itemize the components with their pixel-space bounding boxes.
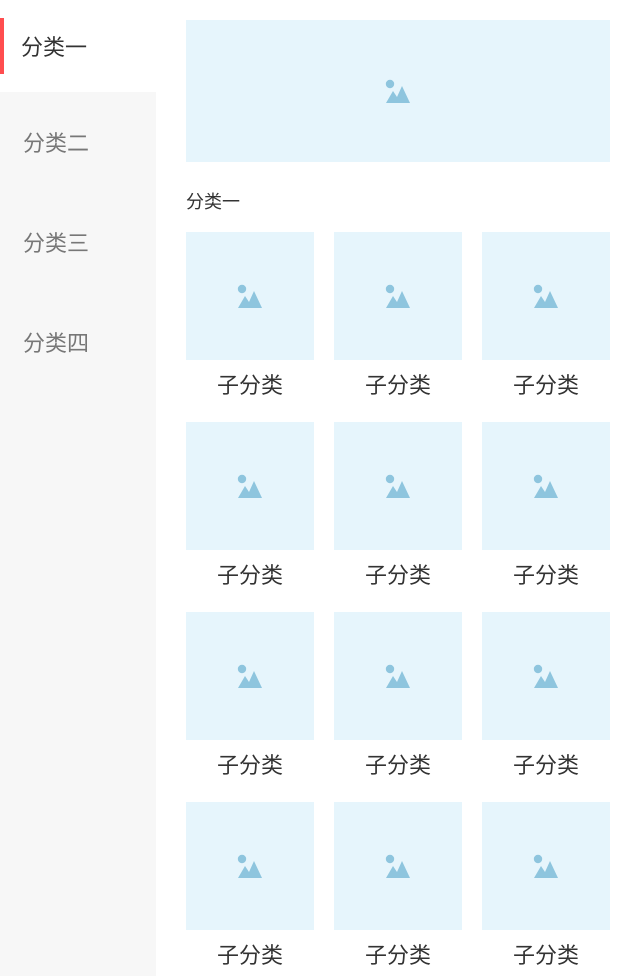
image-placeholder-icon	[237, 853, 263, 879]
subcategory-label: 子分类	[364, 374, 431, 399]
subcategory-label: 子分类	[512, 944, 579, 969]
image-placeholder-icon	[533, 663, 559, 689]
subcategory-thumbnail	[186, 232, 314, 360]
subcategory-thumbnail	[482, 422, 610, 550]
subcategory-item[interactable]: 子分类	[482, 802, 610, 976]
image-placeholder-icon	[237, 283, 263, 309]
image-placeholder-icon	[237, 473, 263, 499]
subcategory-thumbnail	[334, 802, 462, 930]
subcategory-thumbnail	[482, 612, 610, 740]
subcategory-label: 子分类	[512, 754, 579, 779]
subcategory-item[interactable]: 子分类	[334, 612, 462, 802]
subcategory-item[interactable]: 子分类	[186, 422, 314, 612]
image-placeholder-icon	[385, 663, 411, 689]
image-placeholder-icon	[385, 283, 411, 309]
sidebar-item-label: 分类二	[23, 132, 90, 157]
sidebar-item-category-1[interactable]: 分类一	[0, 0, 156, 92]
subcategory-thumbnail	[482, 802, 610, 930]
sidebar-item-category-3[interactable]: 分类三	[0, 192, 156, 292]
subcategory-item[interactable]: 子分类	[334, 802, 462, 976]
sidebar-item-label: 分类一	[21, 36, 88, 61]
subcategory-item[interactable]: 子分类	[482, 232, 610, 422]
subcategory-label: 子分类	[216, 944, 283, 969]
subcategory-label: 子分类	[512, 374, 579, 399]
subcategory-label: 子分类	[216, 754, 283, 779]
image-placeholder-icon	[385, 853, 411, 879]
image-placeholder-icon	[237, 663, 263, 689]
sidebar-item-label: 分类四	[23, 332, 90, 357]
subcategory-item[interactable]: 子分类	[482, 422, 610, 612]
subcategory-label: 子分类	[216, 564, 283, 589]
image-placeholder-icon	[533, 853, 559, 879]
image-placeholder-icon	[533, 473, 559, 499]
sidebar-item-category-4[interactable]: 分类四	[0, 292, 156, 392]
subcategory-item[interactable]: 子分类	[482, 612, 610, 802]
subcategory-label: 子分类	[512, 564, 579, 589]
subcategory-grid: 子分类 子分类 子分类 子分类 子分类 子分类 子分类 子分类 子分类 子分类 子分类 子分类	[186, 232, 610, 976]
sidebar-item-label: 分类三	[23, 232, 90, 257]
subcategory-label: 子分类	[364, 754, 431, 779]
image-placeholder-icon	[385, 473, 411, 499]
subcategory-item[interactable]: 子分类	[334, 422, 462, 612]
category-page: 分类一 分类二 分类三 分类四 分类一 子分类 子分类 子分类 子分类 子分类 子分类 子分…	[0, 0, 640, 976]
subcategory-thumbnail	[482, 232, 610, 360]
image-placeholder-icon	[385, 78, 411, 104]
subcategory-thumbnail	[186, 612, 314, 740]
section-title: 分类一	[186, 192, 240, 213]
subcategory-item[interactable]: 子分类	[186, 802, 314, 976]
category-sidebar: 分类一 分类二 分类三 分类四	[0, 0, 156, 976]
subcategory-item[interactable]: 子分类	[186, 612, 314, 802]
subcategory-thumbnail	[334, 612, 462, 740]
subcategory-item[interactable]: 子分类	[186, 232, 314, 422]
sidebar-item-category-2[interactable]: 分类二	[0, 92, 156, 192]
subcategory-thumbnail	[186, 802, 314, 930]
subcategory-thumbnail	[334, 232, 462, 360]
subcategory-thumbnail	[186, 422, 314, 550]
subcategory-label: 子分类	[364, 564, 431, 589]
category-content: 分类一 子分类 子分类 子分类 子分类 子分类 子分类 子分类 子分类 子分类 子分类 子分类 子分类	[186, 20, 610, 976]
subcategory-item[interactable]: 子分类	[334, 232, 462, 422]
subcategory-label: 子分类	[364, 944, 431, 969]
image-placeholder-icon	[533, 283, 559, 309]
subcategory-label: 子分类	[216, 374, 283, 399]
category-banner[interactable]	[186, 20, 610, 162]
subcategory-thumbnail	[334, 422, 462, 550]
